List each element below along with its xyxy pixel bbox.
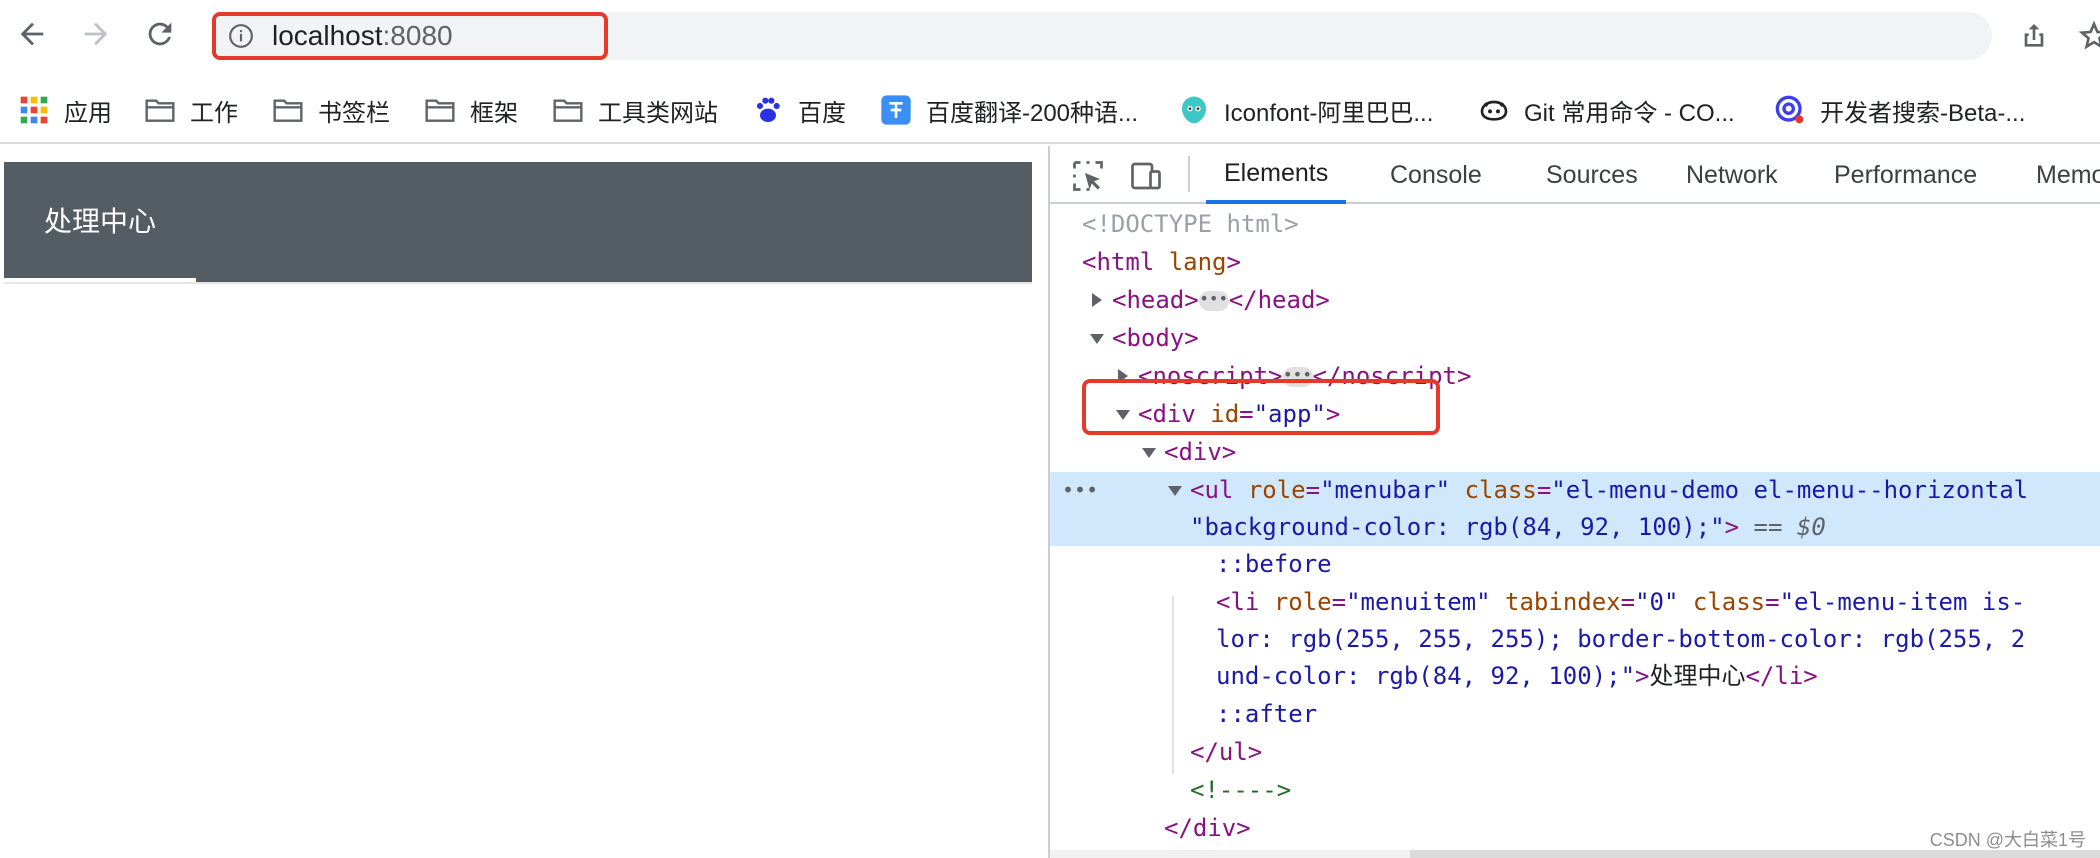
- bookmark-label: Git 常用命令 - CO...: [1524, 99, 1735, 127]
- li-style-text: lor: rgb(255, 255, 255); border-bottom-c…: [1216, 625, 2026, 653]
- collapse-triangle-icon[interactable]: [1168, 486, 1182, 496]
- annotation-highlight-url: [212, 12, 608, 60]
- menu-border-line: [4, 282, 1032, 284]
- tab-console[interactable]: Console: [1390, 146, 1482, 204]
- bookmark-label: 书签栏: [318, 99, 390, 127]
- bookmark-git-commands[interactable]: Git 常用命令 - CO...: [1478, 92, 1735, 128]
- ul-style-line: "background-color: rgb(84, 92, 100);"> =…: [1190, 513, 1826, 541]
- forward-arrow-icon[interactable]: [76, 14, 116, 54]
- collapsed-ellipsis-icon[interactable]: •••: [1198, 291, 1229, 311]
- device-toolbar-icon[interactable]: [1128, 158, 1164, 194]
- baidu-paw-icon: [756, 97, 780, 122]
- folder-icon: [425, 99, 455, 122]
- bookmark-iconfont[interactable]: Iconfont-阿里巴巴...: [1178, 92, 1433, 128]
- bookmark-dev-search[interactable]: 开发者搜索-Beta-...: [1774, 92, 2025, 128]
- li-style-end: und-color: rgb(84, 92, 100);">处理中心</li>: [1216, 662, 1818, 690]
- tab-elements[interactable]: Elements: [1206, 146, 1347, 204]
- dom-line-doctype[interactable]: <!DOCTYPE html>: [1050, 206, 2100, 243]
- annotation-highlight-div-app: [1082, 379, 1440, 435]
- html-comment: <!---->: [1190, 776, 1292, 804]
- bookmark-label: 框架: [470, 99, 518, 127]
- dom-line-li-style[interactable]: lor: rgb(255, 255, 255); border-bottom-c…: [1050, 621, 2100, 658]
- tab-sources[interactable]: Sources: [1546, 146, 1638, 204]
- el-menu-horizontal: 处理中心: [4, 162, 1032, 282]
- expand-triangle-icon[interactable]: [1092, 293, 1102, 307]
- watermark: CSDN @大白菜1号: [1929, 830, 2086, 850]
- github-cat-icon: [1480, 100, 1508, 121]
- bookmark-label: 工作: [190, 99, 238, 127]
- bookmark-folder-frameworks[interactable]: 框架: [424, 92, 518, 128]
- folder-icon: [145, 99, 175, 122]
- dom-line-comment[interactable]: <!---->: [1050, 772, 2100, 809]
- devtools-tabbar: Elements Console Sources Network Perform…: [1050, 146, 2100, 204]
- head-tag: <head>•••</head>: [1112, 286, 1330, 314]
- bookmark-folder-bookmarks[interactable]: 书签栏: [272, 92, 390, 128]
- tab-performance[interactable]: Performance: [1834, 146, 1977, 204]
- bookmark-folder-work[interactable]: 工作: [144, 92, 238, 128]
- more-options-icon[interactable]: •••: [1062, 472, 1098, 509]
- dom-line-div[interactable]: <div>: [1050, 434, 2100, 471]
- pseudo-after: ::after: [1216, 700, 1318, 728]
- dom-line-html[interactable]: <html lang>: [1050, 244, 2100, 281]
- li-tag: <li role="menuitem" tabindex="0" class="…: [1216, 588, 2026, 616]
- dom-line-body[interactable]: <body>: [1050, 320, 2100, 357]
- collapse-triangle-icon[interactable]: [1142, 448, 1156, 458]
- page-viewport: 处理中心: [0, 146, 1048, 858]
- html-tag: <html lang>: [1082, 248, 1241, 276]
- tab-network[interactable]: Network: [1686, 146, 1778, 204]
- bookmark-folder-tools[interactable]: 工具类网站: [552, 92, 718, 128]
- bookmark-label: Iconfont-阿里巴巴...: [1224, 99, 1434, 127]
- browser-toolbar: localhost:8080: [0, 0, 2100, 72]
- indent-guide-line: [1172, 596, 1174, 774]
- dom-line-head[interactable]: <head>•••</head>: [1050, 282, 2100, 319]
- div-close-tag: </div>: [1164, 814, 1251, 842]
- back-arrow-icon[interactable]: [12, 14, 52, 54]
- body-tag: <body>: [1112, 324, 1199, 352]
- bookmark-baidu-translate[interactable]: 百度翻译-200种语...: [880, 92, 1138, 128]
- iconfont-icon: [1182, 96, 1206, 124]
- bookmark-baidu[interactable]: 百度: [752, 92, 846, 128]
- pseudo-before: ::before: [1216, 550, 1332, 578]
- folder-icon: [273, 99, 303, 122]
- bookmark-label: 百度翻译-200种语...: [926, 99, 1139, 127]
- translate-icon: [881, 95, 911, 125]
- elements-dom-tree: <!DOCTYPE html> <html lang> <head>•••</h…: [1050, 206, 2100, 858]
- dom-line-li[interactable]: <li role="menuitem" tabindex="0" class="…: [1050, 584, 2100, 621]
- folder-icon: [553, 99, 583, 122]
- share-icon[interactable]: [2018, 20, 2050, 52]
- collapse-triangle-icon[interactable]: [1090, 334, 1104, 344]
- tab-memory[interactable]: Memo: [2036, 146, 2100, 204]
- toolbar-separator: [1188, 156, 1190, 192]
- bookmark-apps[interactable]: 应用: [18, 92, 112, 128]
- dev-search-icon: [1775, 95, 1804, 124]
- dom-line-before[interactable]: ::before: [1050, 546, 2100, 583]
- bookmark-label: 应用: [64, 99, 112, 127]
- apps-grid-icon: [20, 96, 48, 124]
- inspect-element-icon[interactable]: [1070, 158, 1106, 194]
- bookmark-label: 开发者搜索-Beta-...: [1820, 99, 2026, 127]
- div-tag: <div>: [1164, 438, 1237, 466]
- ul-tag: <ul role="menubar" class="el-menu-demo e…: [1190, 476, 2029, 504]
- dom-line-ul-close[interactable]: </ul>: [1050, 734, 2100, 771]
- ul-close-tag: </ul>: [1190, 738, 1263, 766]
- menu-item-processing-center[interactable]: 处理中心: [4, 162, 196, 282]
- bookmarks-bar: 应用 工作 书签栏 框架 工具类网站 百度 百度翻译-200种语... Icon…: [0, 72, 2100, 144]
- doctype-text: <!DOCTYPE html>: [1082, 210, 1299, 238]
- bookmark-label: 工具类网站: [598, 99, 718, 127]
- reload-icon[interactable]: [140, 14, 180, 54]
- dom-line-li-style-end[interactable]: und-color: rgb(84, 92, 100);">处理中心</li>: [1050, 658, 2100, 695]
- dom-line-after[interactable]: ::after: [1050, 696, 2100, 733]
- dom-line-ul-selected[interactable]: ••• <ul role="menubar" class="el-menu-de…: [1050, 472, 2100, 546]
- star-icon[interactable]: [2078, 20, 2100, 52]
- devtools-panel: Elements Console Sources Network Perform…: [1048, 146, 2100, 858]
- bookmark-label: 百度: [798, 99, 846, 127]
